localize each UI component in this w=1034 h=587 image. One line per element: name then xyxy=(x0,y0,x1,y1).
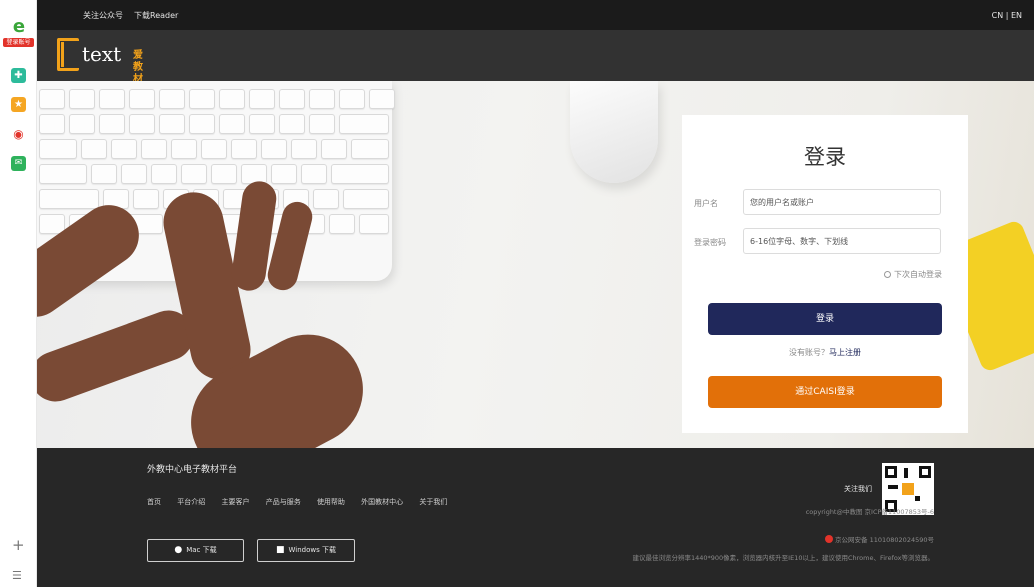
caisi-login-button[interactable]: 通过CAISI登录 xyxy=(708,376,942,408)
username-input[interactable] xyxy=(743,189,941,215)
register-link[interactable]: 马上注册 xyxy=(829,348,861,357)
ie-logo-icon[interactable]: e xyxy=(9,18,29,36)
mail-icon[interactable]: ✉ xyxy=(11,156,26,171)
login-button[interactable]: 登录 xyxy=(708,303,942,335)
footer-platform-title: 外教中心电子教材平台 xyxy=(147,465,238,475)
mouse-image xyxy=(570,81,658,183)
star-icon[interactable]: ★ xyxy=(11,97,26,112)
weibo-icon[interactable]: ◉ xyxy=(11,127,26,142)
windows-download-button[interactable]: ■ Windows 下载 xyxy=(257,539,355,562)
menu-icon[interactable]: ☰ xyxy=(12,570,22,581)
mac-download-label: Mac 下载 xyxy=(186,546,217,554)
copyright-text: copyright@中教图 京ICP备11007853号-6 xyxy=(805,508,934,516)
add-icon[interactable]: + xyxy=(12,538,25,553)
remember-me-label: 下次自动登录 xyxy=(894,270,942,279)
follow-us-label: 关注我们 xyxy=(844,485,872,493)
no-account-text: 没有账号？ xyxy=(789,348,829,357)
police-record-label: 京公网安备 11010802024590号 xyxy=(835,536,934,544)
browser-sidebar: e 登录账号 ✚ ★ ◉ ✉ + ☰ xyxy=(0,0,37,587)
footer-nav-foreign-center[interactable]: 外国教材中心 xyxy=(361,498,403,506)
register-prompt: 没有账号？马上注册 xyxy=(682,348,968,358)
footer-nav-products[interactable]: 产品与服务 xyxy=(266,498,301,506)
footer-nav-intro[interactable]: 平台介绍 xyxy=(177,498,205,506)
footer-nav: 首页 平台介绍 主要客户 产品与服务 使用帮助 外国教材中心 关于我们 xyxy=(147,498,461,507)
windows-download-label: Windows 下载 xyxy=(288,546,336,554)
page: 关注公众号 下载Reader CN | EN text 爱教材 登录 用户名 您… xyxy=(37,0,1034,587)
footer-nav-clients[interactable]: 主要客户 xyxy=(221,498,249,506)
username-label: 用户名 xyxy=(694,199,718,208)
password-label: 登录密码 xyxy=(694,238,726,247)
app-plus-icon[interactable]: ✚ xyxy=(11,68,26,83)
follow-official-account-link[interactable]: 关注公众号 xyxy=(83,11,123,21)
top-bar: 关注公众号 下载Reader CN | EN xyxy=(37,0,1034,30)
police-record[interactable]: 京公网安备 11010802024590号 xyxy=(825,535,934,545)
password-input[interactable] xyxy=(743,228,941,254)
radio-circle-icon[interactable] xyxy=(884,271,891,278)
login-title: 登录 xyxy=(804,145,846,169)
browser-tip-text: 建议最佳浏览分辨率1440*900像素，浏览器内核升至IE10以上，建议使用Ch… xyxy=(632,554,934,562)
login-card: 登录 用户名 登录密码 下次自动登录 登录 没有账号？马上注册 通过CAISI登… xyxy=(682,115,968,433)
remember-me-option[interactable]: 下次自动登录 xyxy=(884,270,942,280)
footer-nav-help[interactable]: 使用帮助 xyxy=(317,498,345,506)
apple-icon: ● xyxy=(174,545,183,555)
logo-bar-icon xyxy=(61,42,69,67)
download-reader-link[interactable]: 下载Reader xyxy=(134,11,178,21)
logo-word: text xyxy=(82,42,122,66)
mac-download-button[interactable]: ● Mac 下载 xyxy=(147,539,244,562)
left-arm-image xyxy=(37,303,201,409)
windows-icon: ■ xyxy=(276,545,285,555)
site-footer: 外教中心电子教材平台 首页 平台介绍 主要客户 产品与服务 使用帮助 外国教材中… xyxy=(37,448,1034,587)
police-badge-icon xyxy=(825,535,834,543)
site-header: text 爱教材 xyxy=(37,30,1034,85)
login-badge[interactable]: 登录账号 xyxy=(3,38,34,47)
footer-nav-about[interactable]: 关于我们 xyxy=(419,498,447,506)
screen: e 登录账号 ✚ ★ ◉ ✉ + ☰ 关注公众号 下载Reader CN | E… xyxy=(0,0,1034,587)
language-switch[interactable]: CN | EN xyxy=(992,11,1022,21)
footer-nav-home[interactable]: 首页 xyxy=(147,498,161,506)
